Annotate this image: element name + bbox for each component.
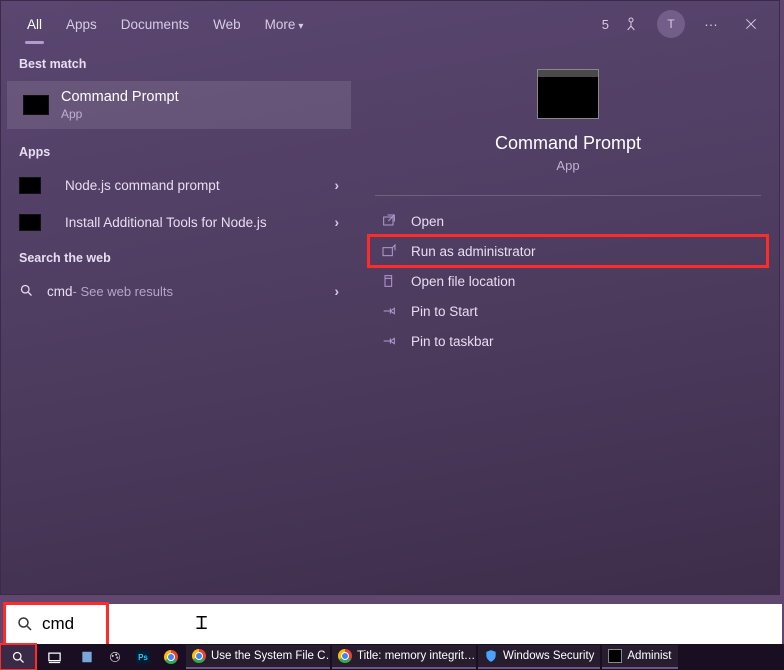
cmd-icon — [23, 95, 49, 115]
search-icon — [16, 615, 34, 633]
action-label: Pin to Start — [411, 304, 478, 319]
folder-icon — [379, 273, 399, 289]
taskbar-app-paint[interactable] — [102, 645, 128, 669]
action-run-as-admin[interactable]: Run as administrator — [369, 236, 767, 266]
chevron-down-icon: ▾ — [298, 21, 303, 32]
detail-title: Command Prompt — [495, 133, 641, 154]
chevron-right-icon: › — [335, 178, 340, 193]
rewards-count: 5 — [602, 17, 609, 32]
app-result-1[interactable]: Install Additional Tools for Node.js › — [1, 204, 357, 241]
action-label: Open file location — [411, 274, 515, 289]
action-pin-start[interactable]: Pin to Start — [369, 296, 767, 326]
best-match-title: Command Prompt — [61, 89, 179, 105]
taskbar-window-label: Title: memory integrit… — [357, 650, 475, 662]
tab-web[interactable]: Web — [201, 5, 253, 44]
taskbar-window-1[interactable]: Title: memory integrit… — [332, 645, 476, 669]
best-match-subtitle: App — [61, 107, 179, 121]
tab-more[interactable]: More▾ — [253, 5, 316, 44]
action-label: Run as administrator — [411, 244, 536, 259]
search-icon — [19, 283, 35, 299]
start-search-panel: All Apps Documents Web More▾ 5 T ··· Bes… — [0, 0, 780, 595]
pin-icon — [379, 303, 399, 319]
tab-all[interactable]: All — [15, 5, 54, 44]
search-box[interactable] — [4, 604, 782, 644]
section-apps: Apps — [1, 135, 357, 167]
user-avatar[interactable]: T — [657, 10, 685, 38]
action-label: Pin to taskbar — [411, 334, 494, 349]
scope-tabs: All Apps Documents Web More▾ 5 T ··· — [1, 1, 779, 47]
best-match-result[interactable]: Command Prompt App — [7, 81, 351, 129]
rewards-icon[interactable] — [617, 10, 645, 38]
taskbar-window-0[interactable]: Use the System File C… — [186, 645, 330, 669]
chevron-right-icon: › — [335, 284, 340, 299]
taskbar-window-label: Administ — [627, 650, 671, 662]
tab-apps[interactable]: Apps — [54, 5, 109, 44]
taskbar-window-label: Use the System File C… — [211, 650, 330, 662]
section-web: Search the web — [1, 241, 357, 273]
action-open-location[interactable]: Open file location — [369, 266, 767, 296]
search-input[interactable] — [42, 614, 782, 634]
action-label: Open — [411, 214, 444, 229]
options-icon[interactable]: ··· — [697, 10, 725, 38]
web-term: cmd — [47, 284, 73, 299]
taskbar-search-button[interactable] — [0, 644, 36, 670]
action-open[interactable]: Open — [369, 206, 767, 236]
cmd-icon — [19, 177, 41, 194]
detail-pane: Command Prompt App Open Run as administr… — [357, 47, 779, 594]
app-result-label: Install Additional Tools for Node.js — [65, 215, 267, 230]
divider — [375, 195, 761, 196]
web-result[interactable]: cmd - See web results › — [1, 273, 357, 309]
app-result-0[interactable]: Node.js command prompt › — [1, 167, 357, 204]
action-pin-taskbar[interactable]: Pin to taskbar — [369, 326, 767, 356]
taskbar-window-2[interactable]: Windows Security — [478, 645, 600, 669]
close-icon[interactable] — [737, 10, 765, 38]
cmd-icon — [19, 214, 41, 231]
web-suffix: - See web results — [73, 284, 173, 299]
app-result-label: Node.js command prompt — [65, 178, 220, 193]
taskbar: Ps Use the System File C… Title: memory … — [0, 644, 784, 670]
tab-documents[interactable]: Documents — [109, 5, 201, 44]
detail-app-icon — [537, 69, 599, 119]
taskbar-window-3[interactable]: Administ — [602, 645, 677, 669]
admin-icon — [379, 243, 399, 259]
taskbar-app-chrome[interactable] — [158, 645, 184, 669]
task-view-button[interactable] — [36, 644, 72, 670]
section-best-match: Best match — [1, 47, 357, 79]
taskbar-window-label: Windows Security — [503, 650, 594, 662]
results-list: Best match Command Prompt App Apps Node.… — [1, 47, 357, 594]
detail-subtitle: App — [556, 158, 579, 173]
taskbar-app-calculator[interactable] — [74, 645, 100, 669]
chevron-right-icon: › — [335, 215, 340, 230]
open-icon — [379, 213, 399, 229]
taskbar-app-photoshop[interactable]: Ps — [130, 645, 156, 669]
pin-icon — [379, 333, 399, 349]
